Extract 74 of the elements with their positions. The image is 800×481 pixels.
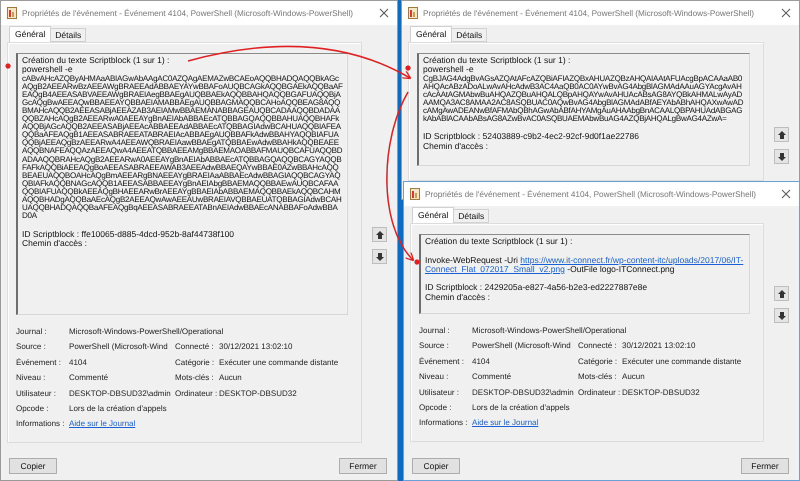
field-label: Source : (16, 342, 47, 352)
script-text: -OutFile logo-ITConnect.png (567, 264, 674, 274)
encoded-command: cABvAHcAZQByAHMAaABIAGwAbAAgAC0AZQAgAEMAZwBCAEoAQQBHADQAQQBkAGcAQgB2AEEARwBzAEEAWgBRAEEAdABBAEYAYwBBAFoAUQBCAGkAQQBGAEkAQQBaAFEAQgB4AEEASABVAEEAWgBRAEIAegBBAEgAUQBBAEkAQQBBAHQAQQBGAFUAQQBjAGcAQgBwAEEAQwBBAEEAYQBBAEIAMABBAEgAUQBBAGMAQQBCAHoAQQBEAG8AQQBMAHcAQQB2AEEASABjAEEAZAB3AEIAMwBBAEMANABBAGEAUQBCADAAQQBDADAAQQBZAHcAQgB2AEEARwA0AEEAYgBnAEIAbABBAEcATQBBAGQAQQBBAHUAQQBHAFkAQQBjAGcAQQB2AEEASABjAEEAcABBAEEAdABBAEcATQBBAGIAdwBCAHUAQQBIAFEAQQBaAFEAQgB1AEEASABRAEEATABRAEIAcABBAEgAUQBBAFkAdwBBAHYAQQBIAFUAQQBjAEEAQgBzAEEARwA4AEEAWQBRAEIAawBBAEgATQBBAEwAdwBBAHkAQQBEAEEAQQBNAFEAQQAzAEEAQwA4AEEATQBBAEEAMgBBAEMAOABBAFMAUQBCAFUAQQBDADAAQQBRAHcAQgB2AEEARwA0AEEAYgBnAEIAbABBAEcATQBBAGQAQQBCAGYAQQBFAFkAQQBiAEEAQgBoAEEASABRAEEAWAB3AEEAdwBBAEQAYwBBAE0AZwBBAHcAQQBEAEUAQQBOAHcAQgBmAEEARgBNAEEAYgBRAEIAaABBAEcAdwBBAGIAQQBCAGYAQQBIAFkAQQBNAGcAQQB1AEEASABBAEEAYgBnAEIAbgBBAEMAQQBBAEwAUQBCAFAAQQBIAFUAQQBkAEEAQgBHAEEARwBrAEEAYgBBAEIAbABBAEMAQQBBAEkAQQBCAHMAQQBHADgAQQBaAEcAQgB2AEEAQwAwAEEAUwBRAEIAVQBBAEUATQBBAGIAdwBCAHUAQQBHADQAQQBaAFEAQgBqAEEASABRAEEATABnAEIAdwBBAEcANABBAFoAdwBBAD0A (22, 74, 343, 220)
field-label: Connecté : (175, 342, 215, 352)
tab[interactable]: Détails (451, 28, 488, 42)
field-value: DESKTOP-DBSUD32\admin (69, 388, 172, 398)
field-value: Commenté (69, 373, 110, 382)
script-text: powershell -e (22, 64, 73, 74)
copy-button[interactable]: Copier (9, 458, 57, 474)
field-value: Lors de la création d'appels (472, 402, 571, 412)
path-label: Chemin d'accès : (22, 238, 87, 248)
field-label: Utilisateur : (419, 388, 460, 397)
scriptblock-id: ID Scriptblock : ffe10065-d885-4dcd-952b-8af44738f100 (22, 228, 234, 239)
close-dialog-button[interactable]: Fermer (741, 458, 789, 474)
script-text: powershell -e (423, 64, 474, 74)
script-heading: Création du texte Scriptblock (1 sur 1) : (423, 56, 572, 66)
tab[interactable]: Général (410, 26, 452, 42)
field-label: Ordinateur : (175, 388, 218, 398)
field-label: Opcode : (16, 404, 50, 413)
field-value: Lors de la création d'appels (69, 404, 168, 413)
copy-button[interactable]: Copier (412, 458, 460, 474)
field-label: Ordinateur : (578, 388, 622, 397)
field-label: Catégorie : (175, 358, 216, 367)
encoded-command: CgBJAG4AdgBvAGsAZQAtAFcAZQBiAFIAZQBxAHUAZQBzAHQAIAAtAFUAcgBpACAAaAB0AHQAcABzADoALwAvAHcAdwB3AC4AaQB0AC0AYwBvAG4AbgBlAGMAdAAuAGYAcgAvAHcAcAAtAGMAbwBuAHQAZQBuAHQALQBpAHQAYwAvAHUAcABsAG8AYQBkAHMALwAyADAAMQA3AC8AMAA2AC8ASQBUAC0AQwBvAG4AbgBlAGMAdABfAEYAbABhAHQAXwAwADcAMgAwADEANwBfAFMAbQBhAGwAbABfAHYAMgAuAHAAbgBnACAALQBPAHUAdABGAGkAbABlACAAbABsAG8AZwBvAC0ASQBUAEMAbwBuAG4AZQBjAHQALgBwAG4AZwA= (423, 74, 744, 124)
field-label: Opcode : (419, 402, 452, 412)
field-label: Niveau : (16, 373, 46, 382)
field-label: Connecté : (578, 341, 618, 350)
field-label: Utilisateur : (16, 388, 58, 398)
window-title: Propriétés de l'événement - Événement 4104, PowerShell (Microsoft-Windows-PowerShell) (423, 8, 756, 18)
field-label: Niveau : (419, 372, 450, 382)
field-value: DESKTOP-DBSUD32\admin (472, 388, 575, 397)
field-value: Commenté (472, 372, 512, 382)
field-value: PowerShell (Microsoft-Wind (69, 342, 169, 352)
field-value: DESKTOP-DBSUD32 (219, 388, 298, 398)
field-value: Microsoft-Windows-PowerShell/Operational (472, 326, 628, 335)
url-link[interactable]: Connect_Flat_072017_Small_v2.png (425, 264, 565, 274)
url-link[interactable]: https://www.it-connect.fr/wp-content-itc/uploads/2017/06/IT- (520, 254, 744, 265)
field-value: 4104 (69, 358, 88, 367)
field-value: Microsoft-Windows-PowerShell/Operational (69, 327, 224, 336)
tab[interactable]: Général (9, 26, 52, 42)
script-heading: Création du texte Scriptblock (1 sur 1) : (22, 56, 170, 66)
field-value: 30/12/2021 13:02:10 (219, 342, 294, 352)
scriptblock-id: ID Scriptblock : 2429205a-e827-4a56-b2e3-ed2227887e8e (425, 282, 648, 292)
close-dialog-button[interactable]: Fermer (339, 458, 387, 474)
script-text: Invoke-WebRequest -Uri (425, 254, 519, 265)
field-value: Exécuter une commande distante (622, 356, 742, 366)
window-title: Propriétés de l'événement - Événement 4104, PowerShell (Microsoft-Windows-PowerShell) (425, 190, 758, 198)
scriptblock-id: ID Scriptblock : 52403889-c9b2-4ec2-92cf-9d0f1ae22786 (423, 131, 639, 142)
field-label: Mots-clés : (578, 372, 618, 382)
tab[interactable]: Général (412, 207, 454, 223)
field-label: Journal : (16, 327, 48, 336)
help-link[interactable]: Aide sur le Journal (69, 419, 175, 428)
field-label: Événement : (419, 356, 465, 366)
field-value: Aucun (622, 372, 646, 382)
field-value: PowerShell (Microsoft-Wind (472, 341, 572, 350)
path-label: Chemin d'accès : (425, 292, 490, 302)
window-title: Propriétés de l'événement - Événement 4104, PowerShell (Microsoft-Windows-PowerShell) (22, 8, 354, 18)
field-label: Mots-clés : (175, 373, 215, 382)
script-heading: Création du texte Scriptblock (1 sur 1) : (425, 237, 574, 246)
field-label: Informations : (16, 419, 66, 428)
field-value: Aucun (219, 373, 243, 382)
field-label: Journal : (419, 326, 451, 335)
tab[interactable]: Détails (50, 28, 86, 42)
field-label: Source : (419, 341, 450, 350)
field-value: DESKTOP-DBSUD32 (622, 388, 701, 397)
field-label: Catégorie : (578, 356, 618, 366)
help-link[interactable]: Aide sur le Journal (472, 418, 578, 428)
tab[interactable]: Détails (453, 209, 490, 223)
field-label: Informations : (419, 418, 468, 428)
field-label: Événement : (16, 358, 62, 367)
field-value: 4104 (472, 356, 491, 366)
field-value: Exécuter une commande distante (219, 358, 340, 367)
field-value: 30/12/2021 13:02:10 (622, 341, 696, 350)
path-label: Chemin d'accès : (423, 140, 488, 151)
